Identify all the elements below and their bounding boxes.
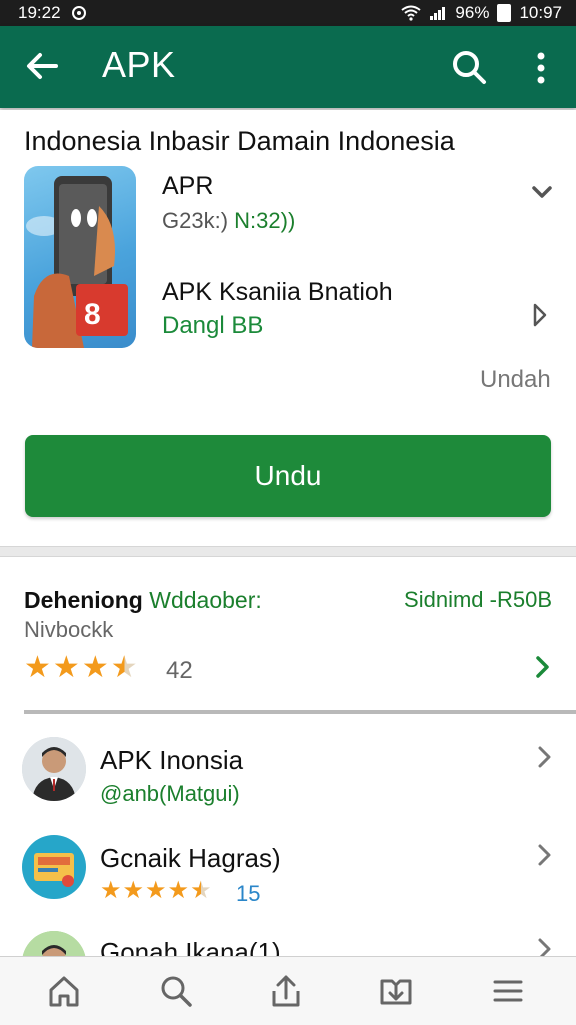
star-icon: ★ [81, 651, 109, 684]
app-size-suffix: N:32)) [234, 208, 296, 233]
rating-stars: ★ ★ ★ ★ ★ [100, 879, 212, 903]
app-headline: Indonesia Inbasir Damain Indonesia [24, 126, 455, 156]
star-icon: ★ [100, 877, 122, 904]
ratings-title-bold: Deheniong [24, 587, 143, 613]
status-time-left: 19:22 [18, 3, 61, 22]
install-button[interactable]: Undu [25, 435, 551, 517]
app-illustration: 8 [26, 176, 128, 348]
library-icon[interactable] [376, 971, 416, 1011]
svg-text:8: 8 [84, 298, 101, 331]
list-item[interactable]: Gcnaik Hagras) ★ ★ ★ ★ ★ 15 [0, 827, 576, 917]
chevron-right-icon[interactable] [536, 743, 554, 771]
status-left: 19:22 [18, 3, 87, 23]
app-details-card: Indonesia Inbasir Damain Indonesia 8 APR… [0, 110, 576, 547]
status-bar: 19:22 96% 10:97 [0, 0, 576, 26]
status-right: 96% 10:97 [401, 3, 562, 23]
side-label: Undah [480, 366, 551, 393]
rating-count: 42 [166, 657, 193, 684]
list-item-title: APK Inonsia [100, 745, 244, 775]
rating-count: 15 [236, 881, 261, 906]
menu-icon[interactable] [488, 971, 528, 1011]
wifi-icon [401, 5, 422, 21]
search-icon[interactable] [448, 46, 492, 90]
page-title: APK [102, 44, 176, 85]
star-icon: ★ [52, 651, 80, 684]
chevron-right-icon[interactable] [536, 841, 554, 869]
ratings-title-green: Wddaober: [149, 587, 262, 613]
upload-icon[interactable] [266, 971, 306, 1011]
app-name: APR [162, 172, 214, 200]
app-thumbnail-icon [22, 835, 86, 899]
chevron-right-icon[interactable] [532, 653, 554, 681]
app-size: G23k:) N:32)) [162, 208, 295, 234]
star-half-icon: ★ [190, 877, 212, 904]
person-icon [22, 737, 86, 801]
search-icon[interactable] [156, 971, 196, 1011]
app-icon[interactable]: 8 [24, 166, 136, 348]
avatar [22, 737, 86, 801]
app-size-prefix: G23k:) [162, 208, 229, 233]
ratings-subtitle: Nivbockk [24, 617, 114, 642]
ratings-card: Deheniong Wddaober: Sidnimd -R50B Nivboc… [0, 556, 576, 995]
play-outline-icon[interactable] [530, 300, 550, 330]
sync-icon [71, 6, 86, 20]
list-item-title: Gcnaik Hagras) [100, 843, 281, 873]
list-item[interactable]: APK Inonsia @anb(Matgui) [0, 727, 576, 817]
ratings-right-label[interactable]: Sidnimd -R50B [404, 587, 552, 613]
ratings-title: Deheniong Wddaober: [24, 587, 262, 614]
home-icon[interactable] [44, 971, 84, 1011]
battery-icon [497, 4, 512, 22]
app-bar: APK [0, 26, 576, 108]
star-icon: ★ [145, 877, 167, 904]
star-icon: ★ [167, 877, 190, 904]
rating-stars: ★ ★ ★ ★ [24, 653, 138, 683]
more-vertical-icon[interactable] [526, 46, 556, 90]
signal-icon [430, 7, 446, 20]
app-category[interactable]: Dangl BB [162, 312, 263, 340]
arrow-left-icon[interactable] [22, 46, 62, 86]
bottom-navigation [0, 956, 576, 1025]
star-half-icon: ★ [110, 651, 138, 684]
battery-percent: 96% [455, 3, 490, 22]
list-item-subtitle: @anb(Matgui) [100, 781, 240, 806]
app-developer: APK Ksaniia Bnatioh [162, 278, 393, 306]
chevron-down-icon[interactable] [528, 178, 556, 206]
status-time-right: 10:97 [519, 3, 562, 22]
star-icon: ★ [24, 651, 51, 684]
divider [24, 710, 576, 714]
star-icon: ★ [122, 877, 145, 904]
avatar [22, 835, 86, 899]
